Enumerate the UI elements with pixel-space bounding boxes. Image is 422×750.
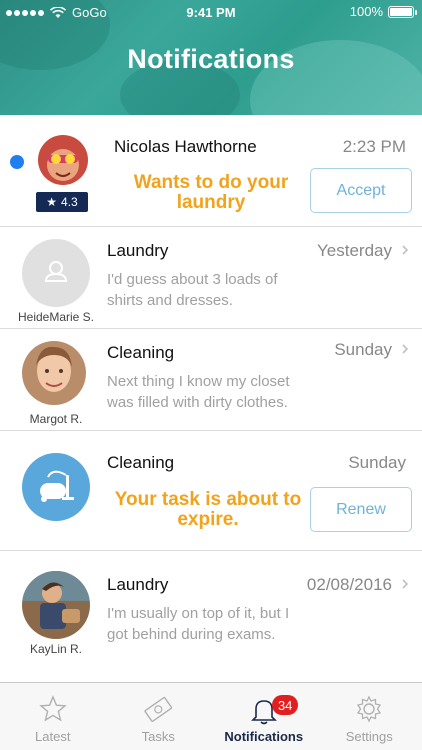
avatar-name: HeideMarie S. bbox=[17, 310, 95, 324]
notification-list: ★ 4.3 Nicolas Hawthorne 2:23 PM Wants to… bbox=[0, 115, 422, 683]
header: GoGo 9:41 PM 100% Notifications bbox=[0, 0, 422, 115]
tab-settings[interactable]: Settings bbox=[317, 683, 422, 750]
chevron-right-icon bbox=[402, 579, 409, 589]
notification-name: Nicolas Hawthorne bbox=[114, 137, 257, 156]
chevron-right-icon bbox=[402, 344, 409, 354]
battery-percent: 100% bbox=[349, 4, 383, 19]
notification-time: Sunday bbox=[348, 453, 406, 472]
notification-time: 02/08/2016 bbox=[306, 575, 392, 594]
notification-row[interactable]: KayLin R. Laundry 02/08/2016 I'm usually… bbox=[0, 551, 422, 683]
notification-name: Cleaning bbox=[107, 453, 175, 472]
tab-tasks[interactable]: Tasks bbox=[106, 683, 212, 750]
notification-time: Sunday bbox=[334, 340, 392, 359]
rating-value: 4.3 bbox=[61, 195, 78, 209]
notification-highlight: Wants to do your laundry bbox=[133, 172, 289, 213]
tab-label: Latest bbox=[35, 729, 71, 744]
renew-button[interactable]: Renew bbox=[310, 487, 412, 532]
star-icon bbox=[38, 695, 67, 722]
avatar-placeholder bbox=[22, 239, 90, 307]
avatar-name: Margot R. bbox=[29, 412, 83, 426]
avatar bbox=[38, 135, 88, 185]
notification-time: Yesterday bbox=[317, 241, 392, 260]
notification-count-badge: 34 bbox=[272, 695, 299, 715]
tab-latest[interactable]: Latest bbox=[0, 683, 106, 750]
money-icon bbox=[144, 696, 173, 722]
tab-label: Notifications bbox=[224, 729, 304, 744]
battery-icon bbox=[388, 5, 417, 18]
avatar bbox=[22, 571, 90, 639]
tab-label: Settings bbox=[345, 729, 393, 744]
notification-name: Cleaning bbox=[107, 343, 175, 362]
user-icon bbox=[44, 261, 68, 282]
notification-name: Laundry bbox=[107, 241, 169, 260]
notification-highlight: Your task is about to expire. bbox=[114, 489, 302, 530]
status-right: 100% bbox=[349, 4, 417, 19]
notification-row[interactable]: Cleaning Sunday Your task is about to ex… bbox=[0, 431, 422, 551]
tab-label: Tasks bbox=[141, 729, 175, 744]
notification-message: I'm usually on top of it, but I got behi… bbox=[107, 605, 290, 643]
chevron-right-icon bbox=[402, 245, 409, 255]
vacuum-icon bbox=[22, 453, 90, 521]
star-icon: ★ bbox=[46, 195, 58, 209]
notification-row[interactable]: HeideMarie S. Laundry Yesterday I'd gues… bbox=[0, 227, 422, 329]
notification-name: Laundry bbox=[107, 575, 169, 594]
gear-icon bbox=[357, 695, 382, 723]
tab-notifications[interactable]: 34 Notifications bbox=[211, 683, 317, 750]
accept-button[interactable]: Accept bbox=[310, 168, 412, 213]
status-bar: GoGo 9:41 PM 100% bbox=[0, 0, 422, 26]
notification-message: I'd guess about 3 loads of shirts and dr… bbox=[107, 271, 278, 309]
avatar-name: KayLin R. bbox=[29, 642, 83, 656]
notification-row[interactable]: ★ 4.3 Nicolas Hawthorne 2:23 PM Wants to… bbox=[0, 115, 422, 227]
notification-message: Next thing I know my closet was filled w… bbox=[107, 373, 290, 411]
rating-badge: ★ 4.3 bbox=[36, 192, 88, 212]
notification-time: 2:23 PM bbox=[342, 137, 406, 156]
page-title: Notifications bbox=[127, 44, 295, 74]
tab-bar: Latest Tasks 34 Notifications Settings bbox=[0, 682, 422, 750]
avatar bbox=[22, 341, 86, 405]
unread-indicator bbox=[10, 155, 24, 169]
notification-row[interactable]: Margot R. Cleaning Sunday Next thing I k… bbox=[0, 329, 422, 431]
